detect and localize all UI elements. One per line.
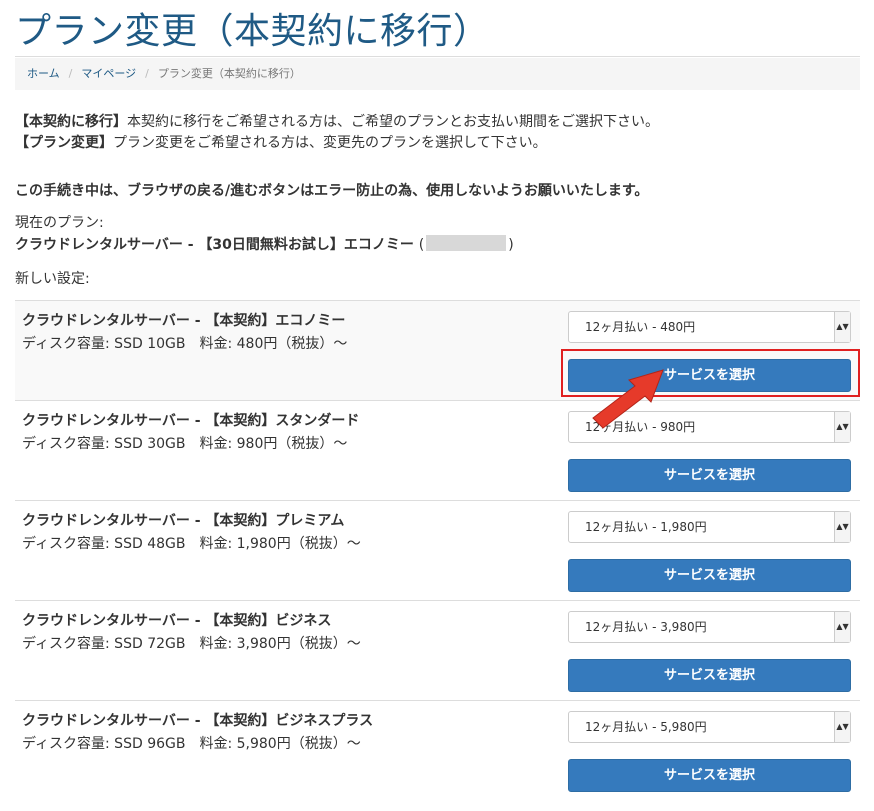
payment-period-select[interactable]: 12ヶ月払い - 5,980円 ▲▼ [568,711,851,743]
plan-row-premium: クラウドレンタルサーバー - 【本契約】プレミアム ディスク容量: SSD 48… [15,500,860,600]
plan-spec: ディスク容量: SSD 72GB 料金: 3,980円（税抜）〜 [22,636,361,652]
select-service-button[interactable]: サービスを選択 [568,759,851,792]
plan-name: クラウドレンタルサーバー - 【本契約】ビジネスプラス [22,713,374,729]
select-arrow-icon: ▲▼ [834,712,850,742]
select-service-button[interactable]: サービスを選択 [568,559,851,592]
select-arrow-icon: ▲▼ [834,312,850,342]
select-service-button[interactable]: サービスを選択 [568,359,851,392]
plan-name: クラウドレンタルサーバー - 【本契約】ビジネス [22,613,332,629]
plan-spec: ディスク容量: SSD 96GB 料金: 5,980円（税抜）〜 [22,736,361,752]
payment-period-select[interactable]: 12ヶ月払い - 980円 ▲▼ [568,411,851,443]
instruction-label-contract: 【本契約に移行】 [15,114,127,130]
new-settings-label: 新しい設定: [15,271,90,287]
select-arrow-icon: ▲▼ [834,512,850,542]
plan-list: クラウドレンタルサーバー - 【本契約】エコノミー ディスク容量: SSD 10… [15,300,860,800]
paren-open: ( [418,237,425,253]
breadcrumb-separator: / [145,67,149,80]
plan-row-standard: クラウドレンタルサーバー - 【本契約】スタンダード ディスク容量: SSD 3… [15,400,860,500]
breadcrumb-home-link[interactable]: ホーム [27,67,60,80]
payment-period-value: 12ヶ月払い - 5,980円 [585,720,707,734]
breadcrumb-mypage-link[interactable]: マイページ [81,67,136,80]
payment-period-value: 12ヶ月払い - 980円 [585,420,696,434]
page-title: プラン変更（本契約に移行） [15,11,490,52]
plan-spec: ディスク容量: SSD 48GB 料金: 1,980円（税抜）〜 [22,536,361,552]
plan-name: クラウドレンタルサーバー - 【本契約】エコノミー [22,313,346,329]
payment-period-select[interactable]: 12ヶ月払い - 1,980円 ▲▼ [568,511,851,543]
title-divider [15,56,860,57]
plan-row-business-plus: クラウドレンタルサーバー - 【本契約】ビジネスプラス ディスク容量: SSD … [15,700,860,800]
current-plan-name: クラウドレンタルサーバー - 【30日間無料お試し】エコノミー [15,237,414,253]
select-service-button[interactable]: サービスを選択 [568,459,851,492]
payment-period-value: 12ヶ月払い - 1,980円 [585,520,707,534]
select-arrow-icon: ▲▼ [834,612,850,642]
plan-row-business: クラウドレンタルサーバー - 【本契約】ビジネス ディスク容量: SSD 72G… [15,600,860,700]
browser-warning: この手続き中は、ブラウザの戻る/進むボタンはエラー防止の為、使用しないようお願い… [15,183,649,199]
current-plan: クラウドレンタルサーバー - 【30日間無料お試し】エコノミー () [15,234,514,254]
instruction-text-plan-change: プラン変更をご希望される方は、変更先のプランを選択して下さい。 [113,135,547,151]
payment-period-select[interactable]: 12ヶ月払い - 3,980円 ▲▼ [568,611,851,643]
select-arrow-icon: ▲▼ [834,412,850,442]
plan-name: クラウドレンタルサーバー - 【本契約】プレミアム [22,513,345,529]
paren-close: ) [508,237,514,253]
payment-period-value: 12ヶ月払い - 480円 [585,320,696,334]
instruction-text-contract: 本契約に移行をご希望される方は、ご希望のプランとお支払い期間をご選択下さい。 [127,114,659,130]
breadcrumb-separator: / [68,67,73,80]
instruction-label-plan-change: 【プラン変更】 [15,135,113,151]
plan-spec: ディスク容量: SSD 30GB 料金: 980円（税抜）〜 [22,436,348,452]
plan-row-economy: クラウドレンタルサーバー - 【本契約】エコノミー ディスク容量: SSD 10… [15,300,860,400]
instruction-line-plan-change: 【プラン変更】プラン変更をご希望される方は、変更先のプランを選択して下さい。 [15,133,659,154]
payment-period-select[interactable]: 12ヶ月払い - 480円 ▲▼ [568,311,851,343]
select-service-button[interactable]: サービスを選択 [568,659,851,692]
breadcrumb: ホーム / マイページ / プラン変更（本契約に移行） [15,58,860,90]
plan-spec: ディスク容量: SSD 10GB 料金: 480円（税抜）〜 [22,336,348,352]
plan-name: クラウドレンタルサーバー - 【本契約】スタンダード [22,413,360,429]
redacted-identifier [426,235,507,251]
instruction-line-contract: 【本契約に移行】本契約に移行をご希望される方は、ご希望のプランとお支払い期間をご… [15,112,659,133]
breadcrumb-current: プラン変更（本契約に移行） [157,67,301,80]
instructions: 【本契約に移行】本契約に移行をご希望される方は、ご希望のプランとお支払い期間をご… [15,112,659,154]
current-plan-label: 現在のプラン: [15,215,104,231]
payment-period-value: 12ヶ月払い - 3,980円 [585,620,707,634]
